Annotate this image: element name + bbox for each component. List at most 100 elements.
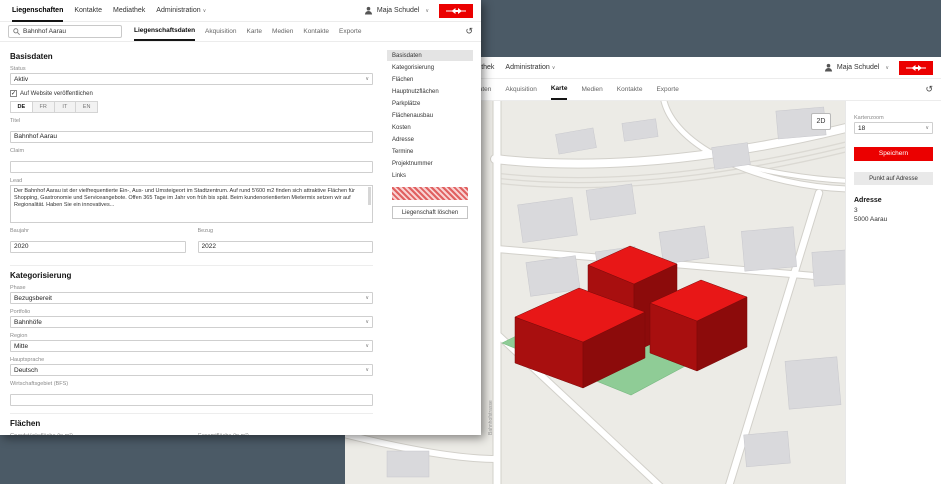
lead-label: Lead bbox=[10, 178, 373, 184]
user-menu[interactable]: Maja Schudel bbox=[377, 7, 419, 14]
phase-value: Bezugsbereit bbox=[14, 295, 52, 302]
nav-item-administration[interactable]: Administration∨ bbox=[505, 57, 555, 79]
kartenzoom-label: Kartenzoom bbox=[854, 115, 933, 121]
sidebar-item-projektnummer[interactable]: Projektnummer bbox=[387, 158, 473, 169]
user-menu[interactable]: Maja Schudel bbox=[837, 64, 879, 71]
search-value: Bahnhof Aarau bbox=[23, 28, 66, 35]
section-nav-sidebar: Basisdaten Kategorisierung Flächen Haupt… bbox=[387, 48, 473, 435]
status-label: Status bbox=[10, 66, 373, 72]
sidebar-item-flaechenausbau[interactable]: Flächenausbau bbox=[387, 110, 473, 121]
claim-input[interactable] bbox=[10, 161, 373, 173]
publish-checkbox[interactable]: ✓ bbox=[10, 90, 17, 97]
nav-item-liegenschaften[interactable]: Liegenschaften bbox=[12, 0, 63, 22]
phase-label: Phase bbox=[10, 285, 373, 291]
speichern-button[interactable]: Speichern bbox=[854, 147, 933, 161]
lang-tab-it[interactable]: IT bbox=[55, 101, 77, 113]
lang-tab-de[interactable]: DE bbox=[10, 101, 33, 113]
tab-kontakte[interactable]: Kontakte bbox=[303, 22, 329, 41]
tab-karte[interactable]: Karte bbox=[551, 79, 568, 100]
lang-tab-fr[interactable]: FR bbox=[33, 101, 55, 113]
sbb-logo-icon bbox=[445, 7, 467, 15]
hauptsprache-label: Hauptsprache bbox=[10, 357, 373, 363]
street-label: Bahnhofstrasse bbox=[488, 400, 494, 435]
baujahr-label: Baujahr bbox=[10, 228, 186, 234]
sidebar-item-adresse[interactable]: Adresse bbox=[387, 134, 473, 145]
region-value: Mitte bbox=[14, 343, 28, 350]
delete-drop-zone[interactable] bbox=[392, 187, 468, 200]
tab-medien[interactable]: Medien bbox=[581, 79, 602, 100]
section-divider bbox=[10, 265, 373, 266]
lead-textarea[interactable]: Der Bahnhof Aarau ist der vielfrequentie… bbox=[10, 185, 373, 223]
punkt-auf-adresse-button[interactable]: Punkt auf Adresse bbox=[854, 172, 933, 185]
region-select[interactable]: Mitte ∨ bbox=[10, 340, 373, 352]
tab-exporte[interactable]: Exporte bbox=[339, 22, 361, 41]
region-label: Region bbox=[10, 333, 373, 339]
top-nav: Liegenschaften Kontakte Mediathek Admini… bbox=[0, 0, 481, 22]
section-heading-flaechen: Flächen bbox=[10, 419, 373, 428]
property-search-input[interactable]: Bahnhof Aarau bbox=[8, 25, 122, 38]
bezug-label: Bezug bbox=[198, 228, 374, 234]
sidebar-item-kosten[interactable]: Kosten bbox=[387, 122, 473, 133]
status-select[interactable]: Aktiv ∨ bbox=[10, 73, 373, 85]
kartenzoom-value: 18 bbox=[858, 125, 865, 132]
history-icon[interactable]: ↺ bbox=[465, 26, 473, 37]
kartenzoom-select[interactable]: 18 ∨ bbox=[854, 122, 933, 134]
chevron-down-icon: ∨ bbox=[925, 125, 929, 131]
map-2d-toggle-button[interactable]: 2D bbox=[811, 113, 831, 130]
property-form-window: Liegenschaften Kontakte Mediathek Admini… bbox=[0, 0, 481, 435]
portfolio-label: Portfolio bbox=[10, 309, 373, 315]
adresse-line-2: 5000 Aarau bbox=[854, 216, 933, 223]
bezug-input[interactable] bbox=[198, 241, 374, 253]
lead-text: Der Bahnhof Aarau ist der vielfrequentie… bbox=[14, 188, 355, 208]
person-icon bbox=[824, 63, 833, 72]
nav-item-administration[interactable]: Administration∨ bbox=[156, 0, 206, 22]
tab-akquisition[interactable]: Akquisition bbox=[505, 79, 536, 100]
claim-label: Claim bbox=[10, 148, 373, 154]
chevron-down-icon: ∨ bbox=[365, 367, 369, 373]
status-value: Aktiv bbox=[14, 76, 28, 83]
chevron-down-icon: ∨ bbox=[552, 65, 556, 71]
person-icon bbox=[364, 6, 373, 15]
wirtschaftsgebiet-input[interactable] bbox=[10, 394, 373, 406]
portfolio-value: Bahnhöfe bbox=[14, 319, 42, 326]
hauptsprache-select[interactable]: Deutsch ∨ bbox=[10, 364, 373, 376]
chevron-down-icon: ∨ bbox=[885, 65, 889, 71]
baujahr-input[interactable] bbox=[10, 241, 186, 253]
portfolio-select[interactable]: Bahnhöfe ∨ bbox=[10, 316, 373, 328]
titel-label: Titel bbox=[10, 118, 373, 124]
form-content: Basisdaten Status Aktiv ∨ ✓ Auf Website … bbox=[0, 42, 481, 435]
history-icon[interactable]: ↺ bbox=[925, 84, 933, 95]
sidebar-item-flaechen[interactable]: Flächen bbox=[387, 74, 473, 85]
tab-karte[interactable]: Karte bbox=[246, 22, 262, 41]
basisdaten-form: Basisdaten Status Aktiv ∨ ✓ Auf Website … bbox=[10, 48, 387, 435]
sidebar-item-termine[interactable]: Termine bbox=[387, 146, 473, 157]
hauptsprache-value: Deutsch bbox=[14, 367, 38, 374]
tab-kontakte[interactable]: Kontakte bbox=[617, 79, 643, 100]
lang-tab-en[interactable]: EN bbox=[76, 101, 98, 113]
tab-exporte[interactable]: Exporte bbox=[656, 79, 678, 100]
tab-akquisition[interactable]: Akquisition bbox=[205, 22, 236, 41]
tab-liegenschaftsdaten[interactable]: Liegenschaftsdaten bbox=[134, 22, 195, 41]
map-side-panel: Kartenzoom 18 ∨ Speichern Punkt auf Adre… bbox=[845, 101, 941, 484]
titel-input[interactable] bbox=[10, 131, 373, 143]
chevron-down-icon: ∨ bbox=[365, 319, 369, 325]
sidebar-item-links[interactable]: Links bbox=[387, 170, 473, 181]
nav-item-kontakte[interactable]: Kontakte bbox=[74, 0, 102, 22]
grundstuecksflaeche-label: Grundstücksfläche (in m²) bbox=[10, 433, 186, 435]
sbb-logo-icon bbox=[905, 64, 927, 72]
textarea-scrollbar[interactable] bbox=[368, 187, 371, 205]
sidebar-item-basisdaten[interactable]: Basisdaten bbox=[387, 50, 473, 61]
section-divider bbox=[10, 413, 373, 414]
chevron-down-icon: ∨ bbox=[365, 343, 369, 349]
publish-label: Auf Website veröffentlichen bbox=[20, 91, 93, 97]
delete-property-button[interactable]: Liegenschaft löschen bbox=[392, 206, 468, 219]
sbb-logo bbox=[899, 61, 933, 75]
tab-medien[interactable]: Medien bbox=[272, 22, 293, 41]
sidebar-item-hauptnutzflaechen[interactable]: Hauptnutzflächen bbox=[387, 86, 473, 97]
sidebar-item-kategorisierung[interactable]: Kategorisierung bbox=[387, 62, 473, 73]
section-heading-kategorisierung: Kategorisierung bbox=[10, 271, 373, 280]
nav-user-area: Maja Schudel ∨ bbox=[364, 4, 473, 18]
phase-select[interactable]: Bezugsbereit ∨ bbox=[10, 292, 373, 304]
nav-item-mediathek[interactable]: Mediathek bbox=[113, 0, 145, 22]
sidebar-item-parkplaetze[interactable]: Parkplätze bbox=[387, 98, 473, 109]
